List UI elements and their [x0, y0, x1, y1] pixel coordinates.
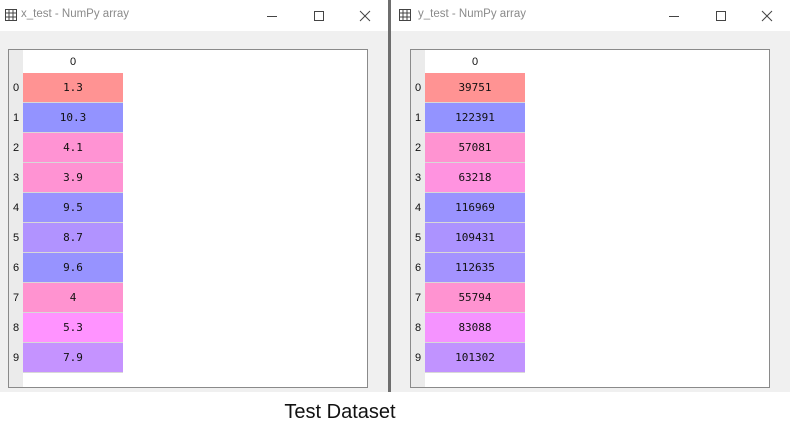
array-cell[interactable]: 1.3 [23, 73, 123, 103]
array-cell[interactable]: 5.3 [23, 313, 123, 343]
array-cell[interactable]: 9.5 [23, 193, 123, 223]
column-header[interactable]: 0 [23, 50, 123, 73]
array-cell[interactable]: 3.9 [23, 163, 123, 193]
window-title: y_test - NumPy array [418, 8, 526, 20]
array-cell[interactable]: 9.6 [23, 253, 123, 283]
array-grid[interactable]: 0 0 1.3 1 10.3 2 4.1 3 3.9 4 9.5 5 8.7 6 9.6 7 4 8 5.3 9 7.… [8, 49, 368, 388]
column-header[interactable]: 0 [425, 50, 525, 73]
grid-table-icon [399, 9, 411, 21]
row-index-label: 2 [12, 142, 20, 154]
array-cell[interactable]: 83088 [425, 313, 525, 343]
array-cell[interactable]: 57081 [425, 133, 525, 163]
array-cell[interactable]: 55794 [425, 283, 525, 313]
row-index-label: 6 [12, 262, 20, 274]
array-cell[interactable]: 4 [23, 283, 123, 313]
row-index-label: 8 [414, 322, 422, 334]
grid-table-icon [5, 9, 17, 21]
array-grid[interactable]: 0 0 39751 1 122391 2 57081 3 63218 4 116969 5 10943… [410, 49, 770, 388]
row-index-label: 0 [12, 82, 20, 94]
array-cell[interactable]: 7.9 [23, 343, 123, 373]
y-test-window: y_test - NumPy array 0 0 39751 1 122391 2 570… [391, 0, 790, 392]
row-index-label: 4 [414, 202, 422, 214]
array-cell[interactable]: 8.7 [23, 223, 123, 253]
close-icon [761, 10, 773, 21]
minimize-button[interactable] [249, 0, 295, 31]
row-index-label: 3 [414, 172, 422, 184]
minimize-button[interactable] [651, 0, 697, 31]
array-cell[interactable]: 4.1 [23, 133, 123, 163]
array-cell[interactable]: 39751 [425, 73, 525, 103]
array-cell[interactable]: 112635 [425, 253, 525, 283]
title-bar[interactable]: x_test - NumPy array [0, 0, 388, 31]
row-index-label: 5 [12, 232, 20, 244]
row-index-label: 9 [12, 352, 20, 364]
row-index-label: 0 [414, 82, 422, 94]
close-button[interactable] [342, 0, 388, 31]
array-cell[interactable]: 10.3 [23, 103, 123, 133]
window-title: x_test - NumPy array [21, 8, 129, 20]
array-cell[interactable]: 122391 [425, 103, 525, 133]
row-index-label: 1 [414, 112, 422, 124]
array-cell[interactable]: 116969 [425, 193, 525, 223]
row-index-label: 8 [12, 322, 20, 334]
row-index-label: 9 [414, 352, 422, 364]
figure-caption: Test Dataset [284, 401, 396, 423]
row-index-label: 6 [414, 262, 422, 274]
maximize-icon [314, 10, 324, 21]
row-index-label: 5 [414, 232, 422, 244]
row-index-label: 4 [12, 202, 20, 214]
row-index-label: 1 [12, 112, 20, 124]
x-test-window: x_test - NumPy array 0 0 1.3 1 10.3 2 4.1 3 3.9… [0, 0, 388, 392]
close-icon [359, 10, 371, 21]
row-index-label: 7 [414, 292, 422, 304]
array-cell[interactable]: 63218 [425, 163, 525, 193]
maximize-button[interactable] [296, 0, 342, 31]
title-bar[interactable]: y_test - NumPy array [391, 0, 790, 31]
maximize-icon [716, 10, 726, 21]
array-cell[interactable]: 109431 [425, 223, 525, 253]
close-button[interactable] [744, 0, 790, 31]
minimize-icon [669, 15, 679, 17]
row-index-label: 3 [12, 172, 20, 184]
array-cell[interactable]: 101302 [425, 343, 525, 373]
row-index-label: 7 [12, 292, 20, 304]
row-index-label: 2 [414, 142, 422, 154]
maximize-button[interactable] [698, 0, 744, 31]
minimize-icon [267, 15, 277, 17]
